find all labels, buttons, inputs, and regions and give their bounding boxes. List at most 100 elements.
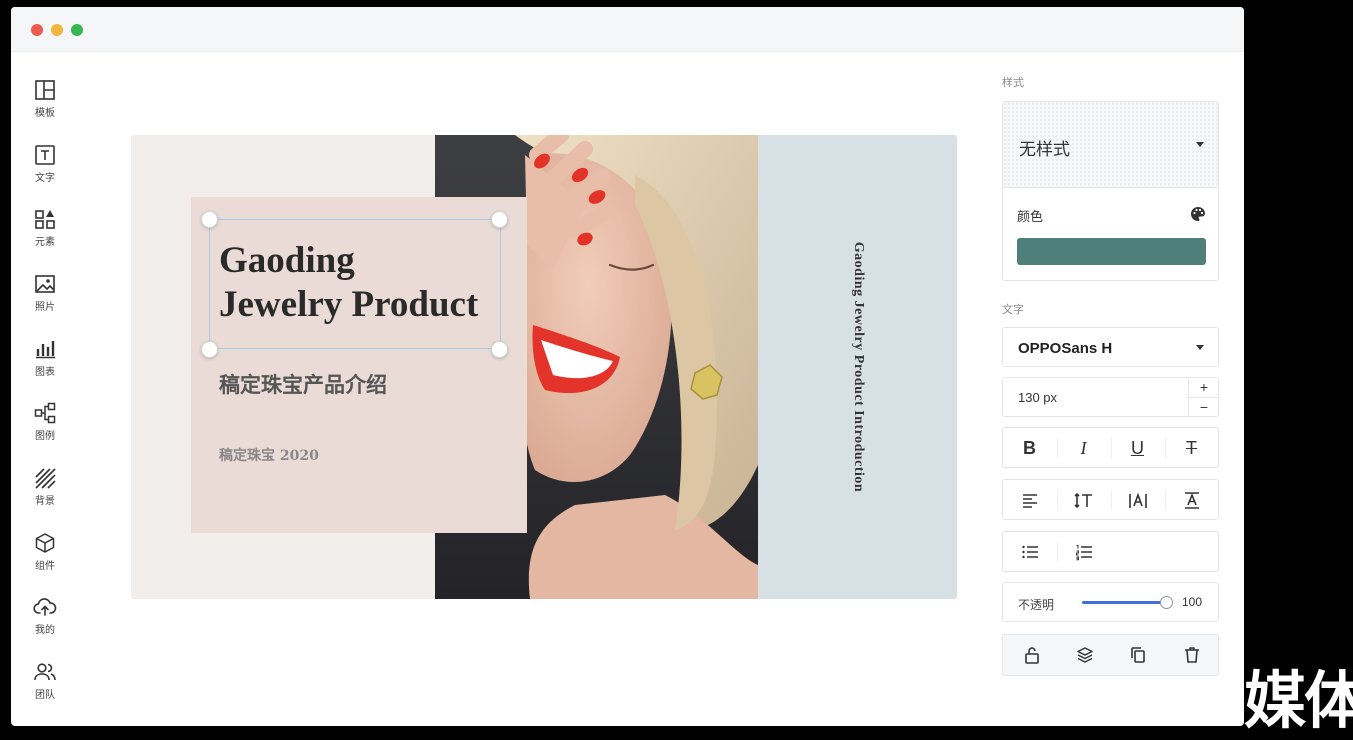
delete-button[interactable] [1178, 645, 1205, 669]
shapes-icon [35, 210, 55, 229]
underline-icon: U [1131, 438, 1144, 458]
left-toolbar: 模板 文字 元素 照片 图表 图例 背景 组件 我的 团队 [11, 52, 79, 726]
opacity-slider[interactable] [1082, 601, 1166, 604]
maximize-window-button[interactable] [71, 24, 83, 36]
font-size-field[interactable]: 130 px + − [1002, 377, 1219, 417]
sidebar-item-label: 我的 [35, 625, 55, 636]
chevron-down-icon [1196, 345, 1204, 350]
opacity-slider-handle[interactable] [1160, 596, 1173, 609]
team-icon [34, 663, 56, 681]
text-style-toolbar: B I U T [1002, 427, 1219, 468]
bar-chart-icon [36, 341, 55, 359]
strikethrough-button[interactable]: T [1178, 436, 1205, 460]
font-size-value: 130 px [1018, 390, 1058, 405]
strikethrough-icon: T [1186, 438, 1197, 458]
layers-icon [1076, 647, 1093, 663]
sidebar-item-label: 图表 [35, 367, 55, 378]
sidebar-item-label: 元素 [35, 237, 55, 248]
sidebar-item-label: 图例 [35, 431, 55, 442]
object-actions-toolbar [1002, 634, 1219, 676]
letter-spacing-icon [1128, 492, 1147, 508]
sidebar-item-label: 组件 [35, 561, 55, 572]
resize-handle-bottom-left[interactable] [201, 341, 218, 358]
resize-handle-bottom-right[interactable] [491, 341, 508, 358]
stripes-icon [35, 468, 56, 489]
chinese-subtitle[interactable]: 稿定珠宝产品介绍 [219, 369, 387, 399]
bullet-list-button[interactable] [1016, 540, 1043, 564]
title-card[interactable]: Gaoding Jewelry Product 稿定珠宝产品介绍 稿定珠宝 20… [191, 197, 527, 533]
duplicate-button[interactable] [1124, 645, 1151, 669]
alignment-toolbar [1002, 479, 1219, 520]
decrease-size-button[interactable]: − [1189, 397, 1219, 416]
sidebar-item-diagrams[interactable]: 图例 [11, 402, 79, 454]
text-vertical-align-icon [1184, 492, 1199, 509]
layers-button[interactable] [1071, 645, 1098, 669]
sidebar-item-backgrounds[interactable]: 背景 [11, 467, 79, 519]
chevron-down-icon [1196, 142, 1204, 147]
sidebar-item-team[interactable]: 团队 [11, 661, 79, 713]
palette-icon[interactable] [1190, 206, 1206, 222]
opacity-slider-fill [1082, 601, 1166, 604]
minimize-window-button[interactable] [51, 24, 63, 36]
close-window-button[interactable] [31, 24, 43, 36]
text-section-label: 文字 [1002, 303, 1024, 316]
unlock-icon [1024, 647, 1039, 664]
bold-icon: B [1023, 438, 1036, 458]
text-icon [35, 145, 55, 165]
properties-panel: 样式 无样式 颜色 文字 OPPOSans H 130 px + − B I U… [1002, 7, 1232, 726]
layout-icon [35, 80, 55, 100]
opacity-control: 不透明 100 [1002, 582, 1219, 622]
sidebar-item-text[interactable]: 文字 [11, 144, 79, 196]
watermark-text: 媒体 [1244, 664, 1353, 737]
resize-handle-top-left[interactable] [201, 211, 218, 228]
italic-icon: I [1080, 438, 1087, 458]
color-swatch[interactable] [1017, 238, 1206, 265]
sidebar-item-charts[interactable]: 图表 [11, 338, 79, 390]
style-section-label: 样式 [1002, 76, 1024, 89]
underline-button[interactable]: U [1124, 436, 1151, 460]
sidebar-item-label: 背景 [35, 496, 55, 507]
selection-box [209, 219, 501, 349]
trash-icon [1184, 647, 1199, 663]
sidebar-item-mine[interactable]: 我的 [11, 596, 79, 648]
design-canvas[interactable]: Gaoding Jewelry Product Introduction Gao… [131, 135, 957, 599]
lock-button[interactable] [1018, 645, 1045, 669]
brand-year-text[interactable]: 稿定珠宝 2020 [219, 445, 319, 465]
align-left-button[interactable] [1016, 488, 1043, 512]
style-value: 无样式 [1019, 140, 1070, 160]
diagram-icon [34, 402, 56, 424]
style-box: 无样式 颜色 [1002, 101, 1219, 281]
sidebar-item-label: 团队 [35, 690, 55, 701]
line-height-button[interactable] [1070, 488, 1097, 512]
opacity-label: 不透明 [1018, 598, 1055, 612]
vertical-align-button[interactable] [1178, 488, 1205, 512]
sidebar-item-templates[interactable]: 模板 [11, 79, 79, 131]
list-toolbar [1002, 531, 1219, 572]
right-color-band[interactable]: Gaoding Jewelry Product Introduction [758, 135, 957, 599]
increase-size-button[interactable]: + [1189, 378, 1219, 397]
style-dropdown[interactable]: 无样式 [1003, 102, 1218, 188]
bullet-list-icon [1021, 545, 1038, 559]
bold-button[interactable]: B [1016, 436, 1043, 460]
sidebar-item-label: 照片 [35, 302, 55, 313]
color-label: 颜色 [1017, 210, 1044, 225]
line-height-icon [1073, 492, 1092, 509]
numbered-list-icon [1075, 545, 1092, 561]
sidebar-item-elements[interactable]: 元素 [11, 208, 79, 260]
sidebar-item-components[interactable]: 组件 [11, 532, 79, 584]
image-icon [35, 275, 55, 293]
italic-button[interactable]: I [1070, 436, 1097, 460]
numbered-list-button[interactable] [1070, 540, 1097, 564]
vertical-caption[interactable]: Gaoding Jewelry Product Introduction [850, 242, 866, 492]
font-name: OPPOSans H [1018, 340, 1113, 357]
opacity-value: 100 [1182, 595, 1203, 609]
resize-handle-top-right[interactable] [491, 211, 508, 228]
letter-spacing-button[interactable] [1124, 488, 1151, 512]
sidebar-item-photos[interactable]: 照片 [11, 273, 79, 325]
align-left-icon [1022, 494, 1037, 508]
cube-icon [35, 533, 55, 553]
font-select[interactable]: OPPOSans H [1002, 327, 1219, 367]
app-window: 模板 文字 元素 照片 图表 图例 背景 组件 我的 团队 Gaoding Je… [11, 7, 1244, 726]
cloud-upload-icon [33, 598, 57, 616]
sidebar-item-label: 文字 [35, 173, 55, 184]
